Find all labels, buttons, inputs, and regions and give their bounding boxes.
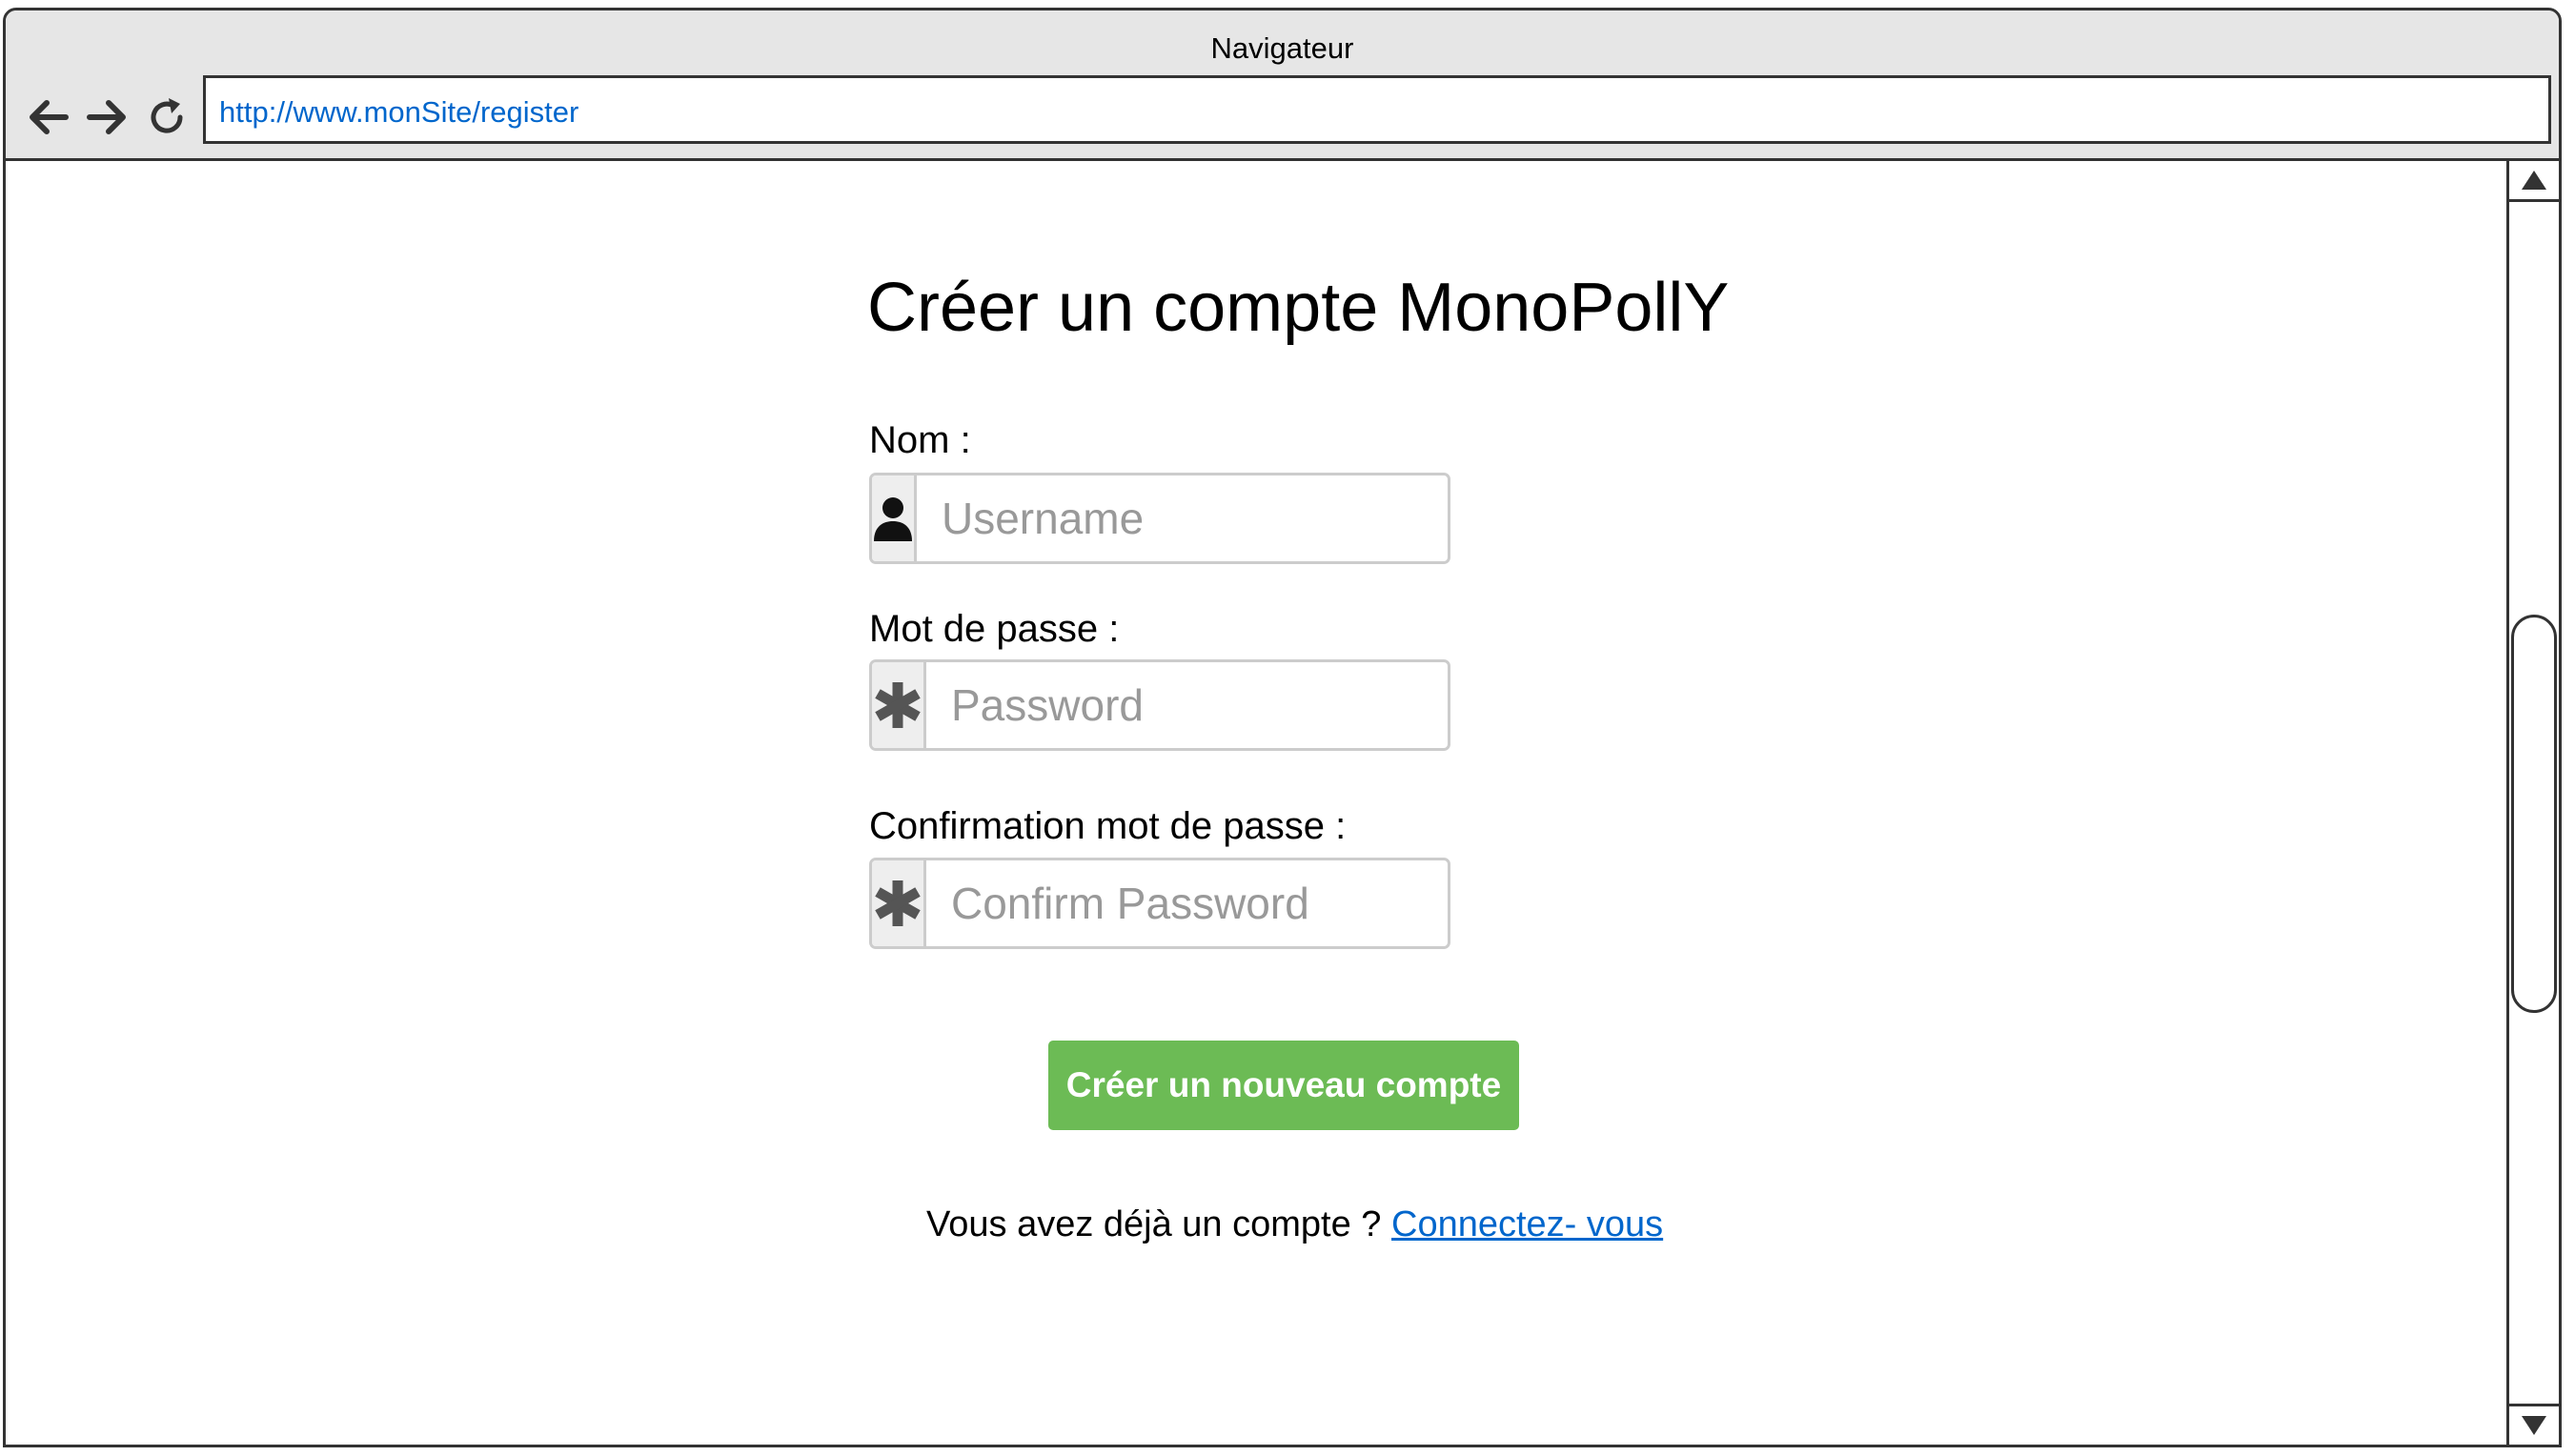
create-account-button[interactable]: Créer un nouveau compte — [1048, 1041, 1519, 1130]
login-link[interactable]: Connectez- vous — [1391, 1204, 1663, 1244]
window-title: Navigateur — [1210, 31, 1354, 65]
confirm-password-label: Confirmation mot de passe : — [869, 805, 1347, 847]
triangle-down-icon — [2522, 1416, 2546, 1435]
asterisk-icon — [872, 860, 926, 946]
scroll-down-button[interactable] — [2509, 1404, 2559, 1445]
page-title: Créer un compte MonoPollY — [867, 270, 1730, 346]
triangle-up-icon — [2522, 171, 2546, 190]
confirm-password-input[interactable] — [926, 860, 1448, 946]
scroll-up-button[interactable] — [2509, 161, 2559, 202]
password-label: Mot de passe : — [869, 608, 1120, 650]
browser-titlebar: Navigateur http://www.monSite/register — [6, 10, 2559, 161]
password-input-group — [869, 659, 1450, 751]
reload-icon[interactable] — [142, 92, 192, 142]
vertical-scrollbar[interactable] — [2506, 161, 2559, 1445]
user-icon — [872, 475, 917, 561]
confirm-password-input-group — [869, 858, 1450, 949]
forward-arrow-icon[interactable] — [82, 92, 132, 142]
username-input-group — [869, 473, 1450, 564]
login-prompt: Vous avez déjà un compte ? Connectez- vo… — [926, 1204, 1663, 1245]
password-input[interactable] — [926, 662, 1448, 748]
url-bar[interactable]: http://www.monSite/register — [203, 75, 2551, 144]
login-prompt-text: Vous avez déjà un compte ? — [926, 1204, 1391, 1244]
scroll-thumb[interactable] — [2511, 615, 2557, 1013]
back-arrow-icon[interactable] — [24, 92, 73, 142]
username-input[interactable] — [917, 475, 1448, 561]
asterisk-icon — [872, 662, 926, 748]
username-label: Nom : — [869, 419, 971, 461]
